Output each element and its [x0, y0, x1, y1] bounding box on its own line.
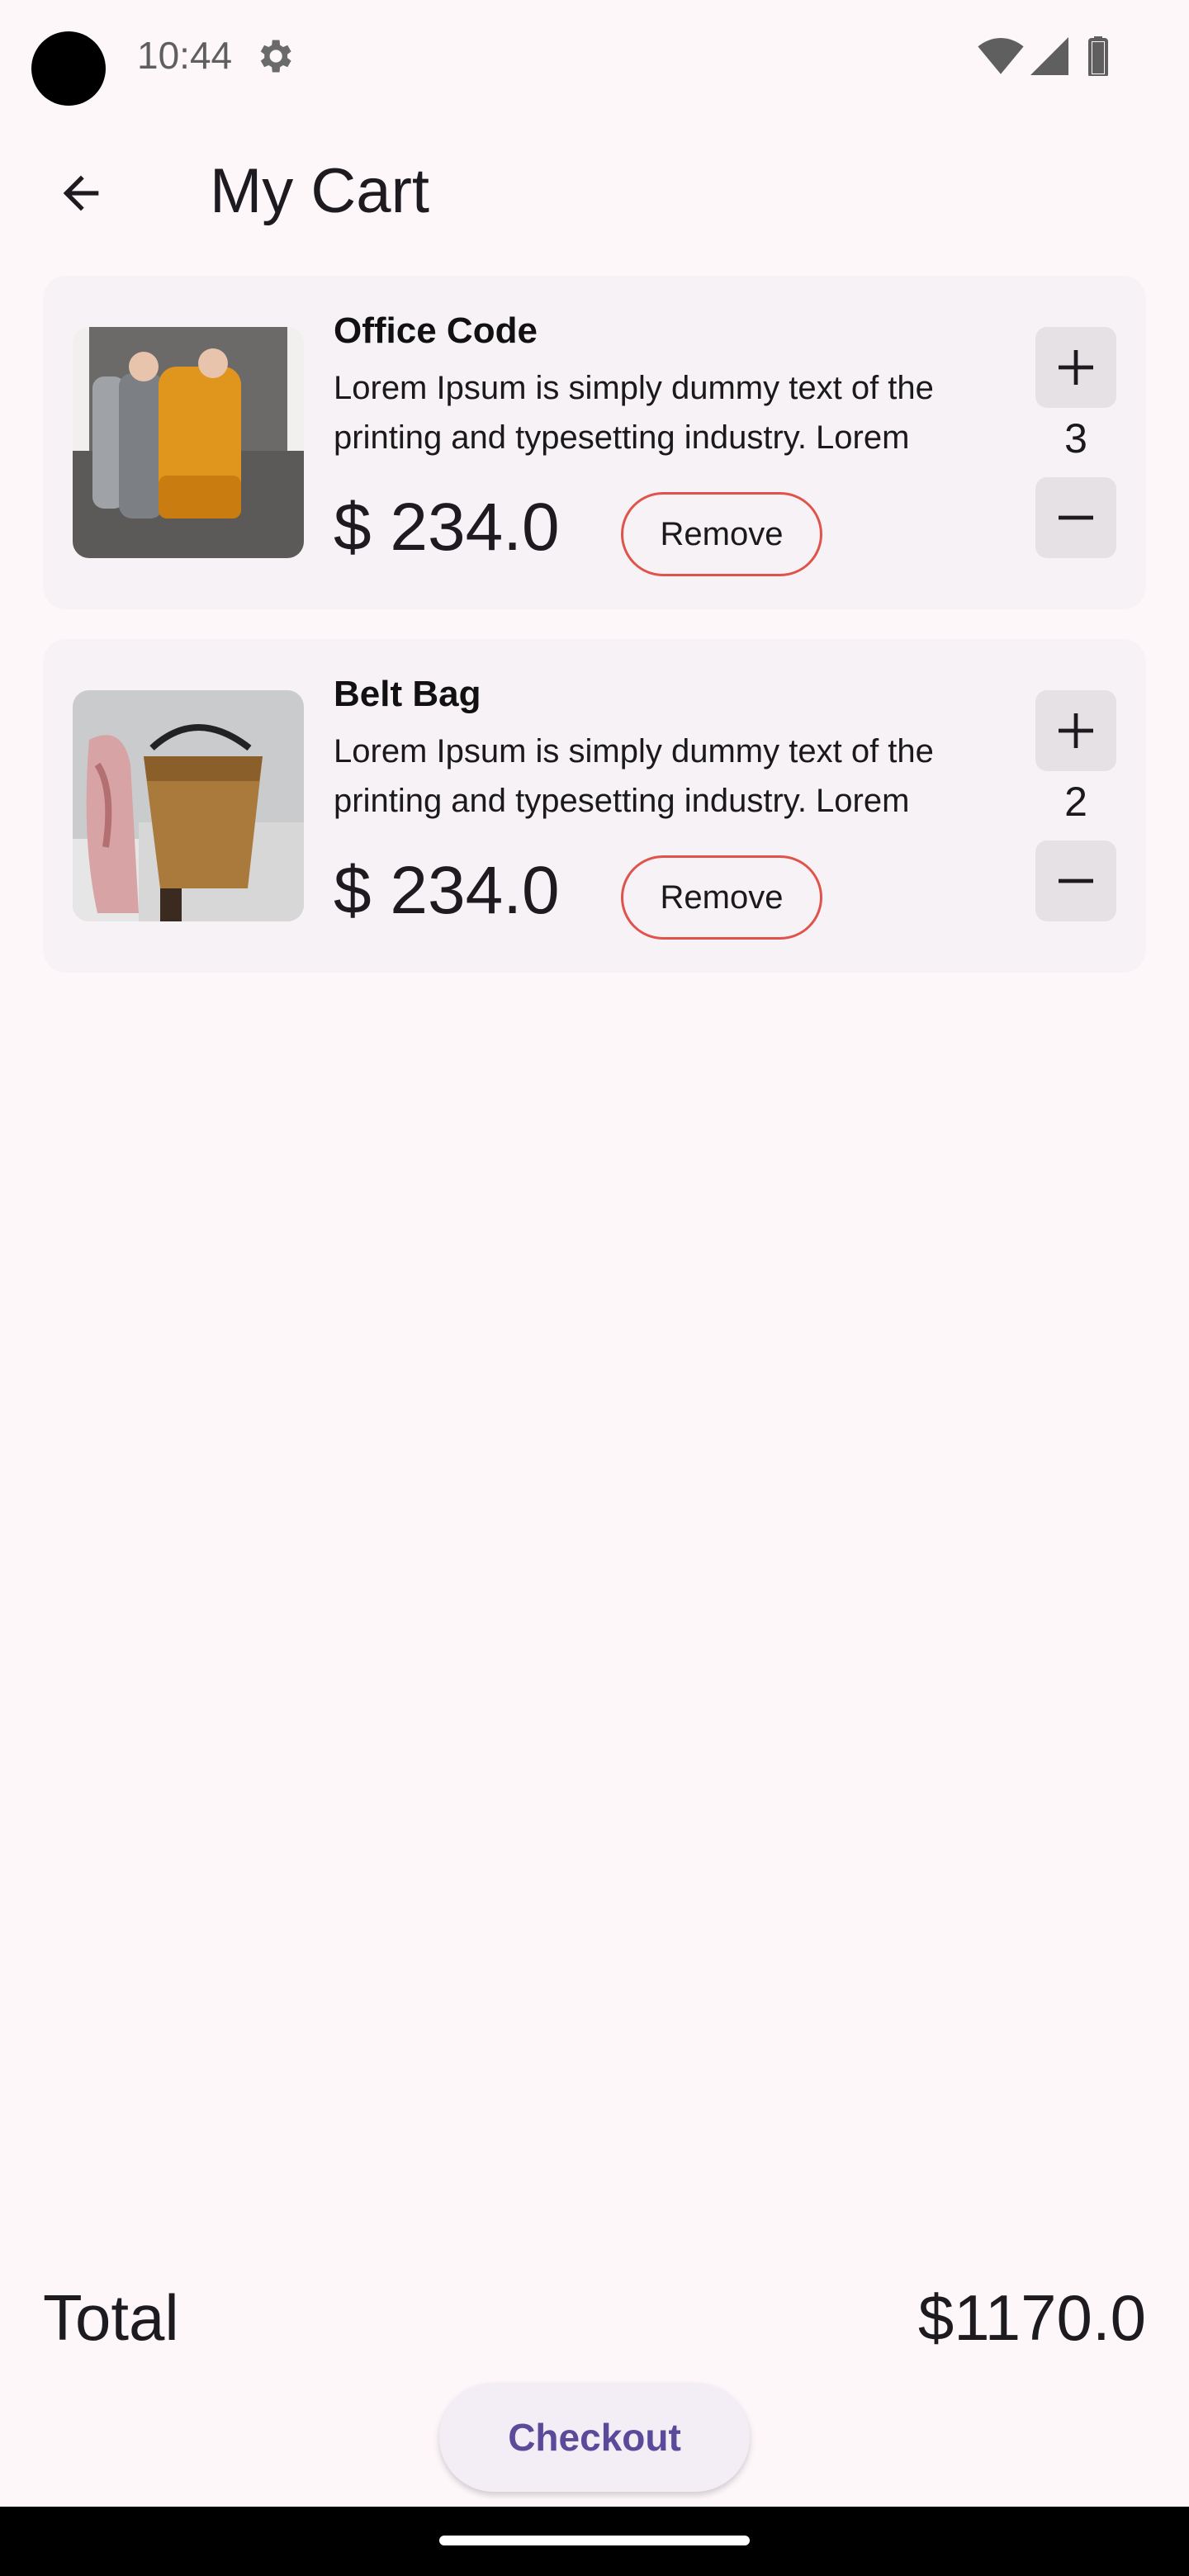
product-description: Lorem Ipsum is simply dummy text of the … — [334, 733, 934, 819]
quantity-value: 3 — [1064, 415, 1087, 462]
camera-cutout — [31, 31, 106, 106]
remove-button[interactable]: Remove — [621, 855, 822, 940]
product-image — [73, 690, 304, 921]
product-image — [73, 327, 304, 558]
total-label: Total — [43, 2281, 179, 2354]
gear-icon — [260, 40, 291, 73]
increase-quantity-button[interactable] — [1035, 327, 1116, 408]
status-bar: 10:44 — [0, 0, 1189, 116]
arrow-back-icon — [63, 175, 99, 211]
knit-beanies-photo — [73, 327, 304, 558]
minus-icon — [1059, 878, 1093, 883]
plus-icon — [1059, 350, 1093, 385]
cart-item-card: Office Code Lorem Ipsum is simply dummy … — [43, 276, 1146, 609]
decrease-quantity-button[interactable] — [1035, 477, 1116, 558]
app-bar: My Cart — [0, 140, 1189, 248]
minus-icon — [1059, 515, 1093, 520]
product-name: Office Code — [334, 310, 538, 351]
wifi-icon — [978, 38, 1024, 74]
product-description: Lorem Ipsum is simply dummy text of the … — [334, 370, 934, 456]
plus-icon — [1059, 713, 1093, 748]
remove-button[interactable]: Remove — [621, 492, 822, 576]
product-name: Belt Bag — [334, 674, 481, 714]
signal-icon — [1030, 37, 1068, 75]
cart-item-card: Belt Bag Lorem Ipsum is simply dummy tex… — [43, 639, 1146, 973]
page-title: My Cart — [210, 156, 429, 226]
product-price: $ 234.0 — [334, 853, 560, 928]
battery-icon — [1088, 36, 1108, 76]
back-button[interactable] — [46, 159, 116, 228]
increase-quantity-button[interactable] — [1035, 690, 1116, 771]
quantity-value: 2 — [1064, 779, 1087, 825]
decrease-quantity-button[interactable] — [1035, 841, 1116, 921]
product-price: $ 234.0 — [334, 490, 560, 565]
status-time: 10:44 — [137, 34, 233, 77]
home-indicator[interactable] — [439, 2536, 750, 2545]
straw-bag-photo — [73, 690, 304, 921]
total-value: $1170.0 — [917, 2281, 1146, 2354]
checkout-button[interactable]: Checkout — [439, 2383, 750, 2492]
